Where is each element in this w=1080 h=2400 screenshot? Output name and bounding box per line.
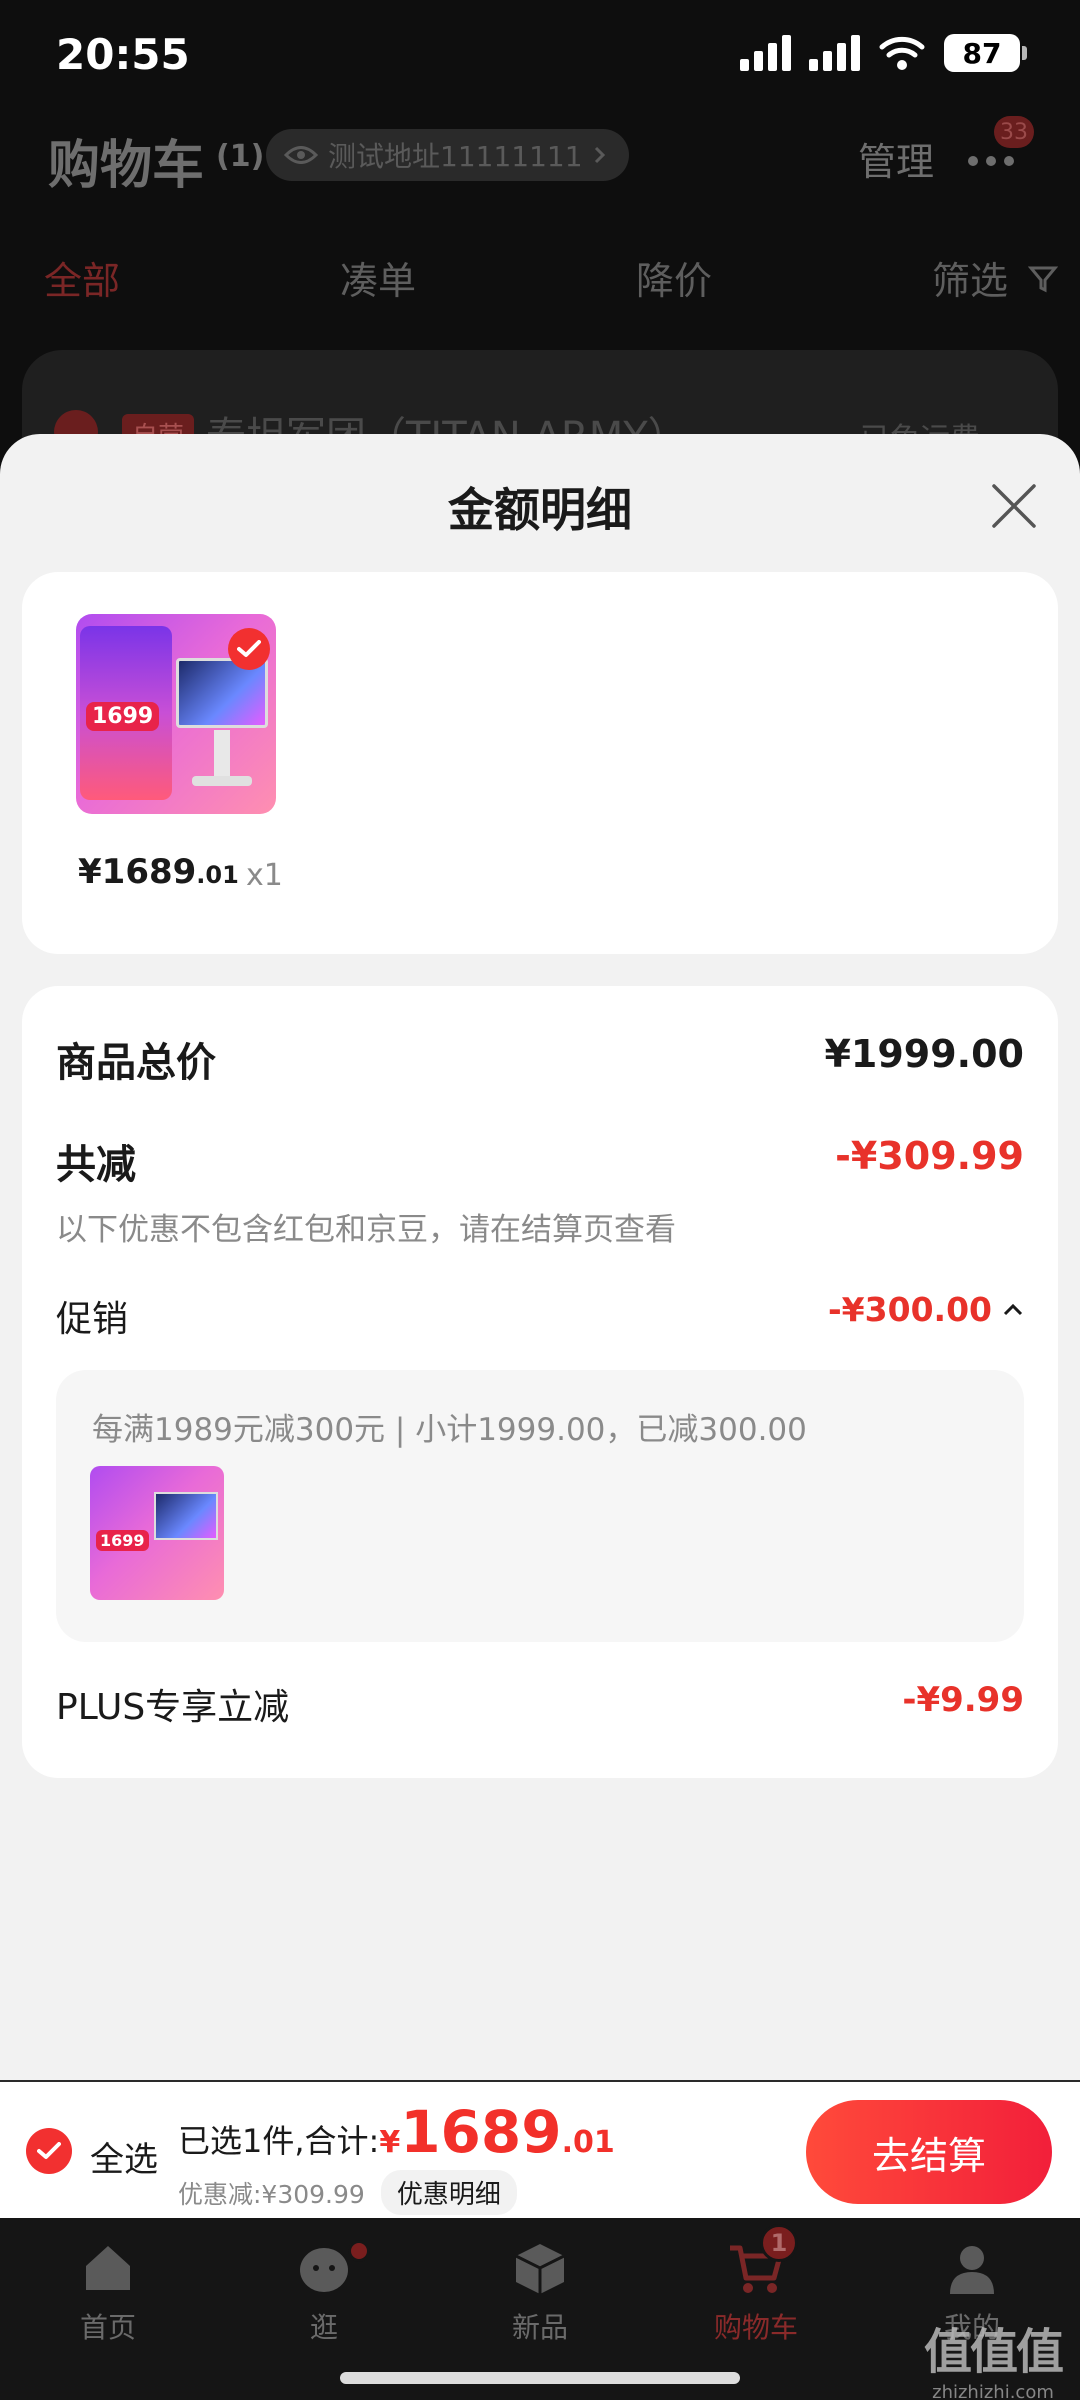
tab-new-products[interactable]: 新品 — [470, 2238, 610, 2346]
promotion-value: -¥300.00 — [827, 1290, 992, 1329]
item-quantity: x1 — [246, 858, 283, 893]
total-reduction-value: -¥309.99 — [835, 1134, 1024, 1178]
cellular-signal-2-icon — [809, 35, 860, 71]
promotion-detail-box: 每满1989元减300元 | 小计1999.00，已减300.00 1699 — [56, 1370, 1024, 1642]
total-currency: ¥ — [379, 2125, 401, 2160]
filter-tabs: 全部 凑单 降价 筛选 — [0, 240, 1080, 310]
wifi-icon — [879, 36, 925, 70]
tab-browse-label: 逛 — [309, 2311, 338, 2344]
amount-detail-sheet: 金额明细 1699 ¥1689.01 x1 商品总价 ¥1999.00 共减 -… — [0, 434, 1080, 2080]
more-badge: 33 — [994, 116, 1034, 148]
product-thumbnail[interactable]: 1699 — [76, 614, 276, 814]
thumb-promo-price-small: 1699 — [96, 1530, 149, 1551]
thumb-promo-price: 1699 — [86, 702, 160, 731]
promotion-rule: 每满1989元减300元 | 小计1999.00，已减300.00 — [92, 1412, 807, 1448]
selected-summary: 已选1件,合计: — [178, 2122, 380, 2160]
item-price-dec: .01 — [196, 861, 239, 889]
promotion-toggle[interactable]: -¥300.00 — [828, 1290, 1024, 1329]
new-products-icon — [515, 2244, 565, 2294]
item-price: ¥1689.01 — [78, 852, 239, 892]
home-indicator[interactable] — [340, 2372, 740, 2384]
sheet-title: 金额明细 — [448, 483, 632, 537]
cart-badge: 1 — [760, 2224, 798, 2262]
item-card: 1699 ¥1689.01 x1 — [22, 572, 1058, 954]
discount-text: 优惠减:¥309.99 — [178, 2179, 365, 2209]
profile-icon — [950, 2246, 994, 2294]
address-selector[interactable]: 测试地址11111111 — [266, 129, 629, 181]
browse-notification-dot — [348, 2240, 370, 2262]
chevron-right-icon — [594, 146, 605, 164]
tab-browse[interactable]: 逛 — [254, 2238, 394, 2346]
status-bar: 20:55 87 — [0, 0, 1080, 120]
price-detail-card: 商品总价 ¥1999.00 共减 -¥309.99 以下优惠不包含红包和京豆，请… — [22, 986, 1058, 1778]
watermark-logo: 值值值 — [924, 2324, 1064, 2380]
cellular-signal-icon — [740, 35, 791, 71]
total-summary: 已选1件,合计: ¥ 1689 .01 — [178, 2098, 615, 2166]
selected-check-icon[interactable] — [228, 628, 270, 670]
cart-header: 购物车 (1) 测试地址11111111 管理 — [0, 115, 1080, 215]
watermark: 值值值 zhizhizhi.com — [924, 2312, 1064, 2400]
total-amount: 1689 — [400, 2098, 562, 2166]
watermark-url: zhizhizhi.com — [932, 2382, 1054, 2400]
monitor-image-small — [154, 1492, 218, 1540]
select-all-label[interactable]: 全选 — [90, 2132, 158, 2181]
tab-new-products-label: 新品 — [511, 2311, 568, 2344]
address-text: 测试地址11111111 — [328, 140, 583, 173]
plus-discount-value: -¥9.99 — [902, 1680, 1024, 1720]
home-icon — [86, 2246, 130, 2290]
manage-button[interactable]: 管理 — [858, 131, 934, 186]
tab-home-label: 首页 — [79, 2311, 136, 2344]
subtotal-label: 商品总价 — [56, 1040, 216, 1086]
select-all-check-icon[interactable] — [26, 2128, 72, 2174]
checkout-button[interactable]: 去结算 — [806, 2100, 1052, 2204]
promotion-label: 促销 — [56, 1299, 129, 1340]
status-icons: 87 — [740, 34, 1027, 72]
discount-detail-button[interactable]: 优惠明细 — [380, 2170, 517, 2215]
chevron-up-icon — [1003, 1303, 1023, 1315]
tab-filter[interactable]: 筛选 — [932, 250, 1008, 305]
tab-combine-order[interactable]: 凑单 — [340, 250, 416, 305]
filter-icon — [1028, 266, 1058, 293]
reduction-note: 以下优惠不包含红包和京豆，请在结算页查看 — [56, 1212, 676, 1248]
promotion-product-thumbnail[interactable]: 1699 — [90, 1466, 224, 1600]
total-reduction-label: 共减 — [56, 1142, 136, 1188]
tab-all[interactable]: 全部 — [44, 250, 120, 305]
subtotal-value: ¥1999.00 — [824, 1032, 1024, 1076]
tab-cart[interactable]: 购物车 — [686, 2238, 826, 2346]
checkout-bar: 全选 已选1件,合计: ¥ 1689 .01 优惠减:¥309.99 优惠明细 … — [0, 2080, 1080, 2218]
browse-icon — [300, 2248, 348, 2292]
discount-summary: 优惠减:¥309.99 优惠明细 — [178, 2170, 517, 2215]
plus-discount-label: PLUS专享立减 — [56, 1687, 290, 1728]
close-icon[interactable] — [986, 478, 1042, 534]
total-decimal: .01 — [561, 2125, 615, 2160]
tab-price-drop[interactable]: 降价 — [636, 250, 712, 305]
tab-home[interactable]: 首页 — [38, 2238, 178, 2346]
item-price-int: ¥1689 — [78, 852, 197, 892]
battery-icon: 87 — [944, 34, 1027, 72]
page-title: 购物车 — [48, 136, 205, 196]
eye-icon — [284, 146, 318, 164]
more-dots-icon — [968, 156, 978, 166]
status-time: 20:55 — [56, 30, 190, 79]
tab-cart-label: 购物车 — [713, 2311, 798, 2344]
cart-count: (1) — [216, 139, 265, 174]
